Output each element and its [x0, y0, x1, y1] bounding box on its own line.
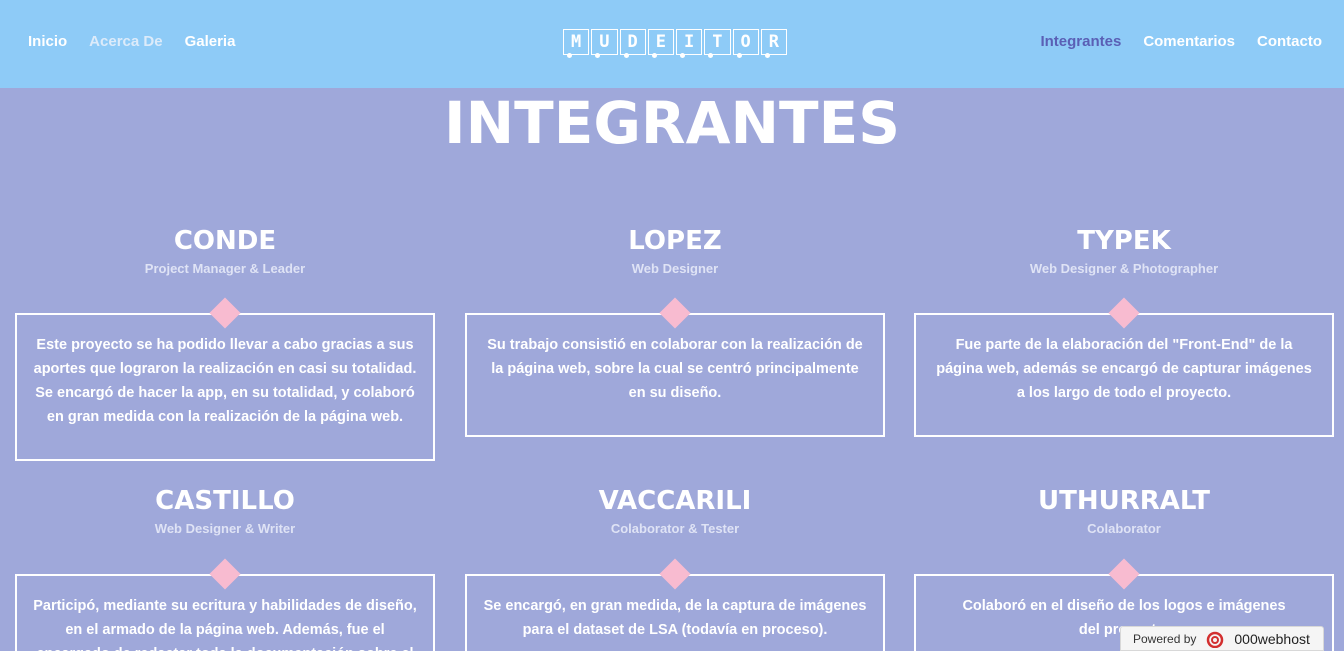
member-name: LOPEZ — [628, 226, 722, 256]
webhost-logo-icon — [1207, 631, 1224, 648]
member-role: Web Designer & Writer — [154, 521, 296, 536]
nav-link-inicio[interactable]: Inicio — [28, 32, 67, 52]
member-description-box: Su trabajo consistió en colaborar con la… — [465, 313, 885, 437]
member-name: CASTILLO — [155, 486, 295, 516]
badge-label: Powered by — [1133, 631, 1197, 646]
badge-brand: 000webhost — [1234, 630, 1310, 647]
logo-letter: E — [647, 29, 674, 58]
logo-letter: T — [704, 29, 731, 58]
logo-letter: D — [619, 29, 646, 58]
nav-right: Integrantes Comentarios Contacto — [1040, 32, 1322, 52]
navbar: Inicio Acerca De Galeria M U D E I T O R… — [0, 0, 1344, 88]
nav-link-acerca-de[interactable]: Acerca De — [89, 32, 162, 52]
logo-letter: U — [591, 29, 618, 58]
member-role: Project Manager & Leader — [144, 261, 306, 276]
member-card-uthurralt: UTHURRALT Colaborator Colaboró en el dis… — [914, 485, 1334, 651]
member-card-typek: TYPEK Web Designer & Photographer Fue pa… — [914, 225, 1334, 437]
member-description: Su trabajo consistió en colaborar con la… — [487, 337, 863, 401]
member-name: VACCARILI — [598, 486, 752, 516]
member-role: Web Designer — [631, 261, 719, 276]
site-logo[interactable]: M U D E I T O R — [563, 29, 787, 58]
member-role: Web Designer & Photographer — [1029, 261, 1219, 276]
powered-by-badge[interactable]: Powered by 000webhost — [1120, 626, 1324, 651]
member-name: TYPEK — [1077, 226, 1171, 256]
member-name: UTHURRALT — [1038, 486, 1210, 516]
member-description-box: Fue parte de la elaboración del "Front-E… — [914, 313, 1334, 437]
member-description: Fue parte de la elaboración del "Front-E… — [936, 337, 1312, 401]
nav-link-comentarios[interactable]: Comentarios — [1143, 32, 1235, 52]
logo-letter: R — [760, 29, 787, 58]
member-role: Colaborator & Tester — [610, 521, 740, 536]
member-name: CONDE — [173, 226, 277, 256]
member-description: Este proyecto se ha podido llevar a cabo… — [33, 337, 417, 425]
member-card-lopez: LOPEZ Web Designer Su trabajo consistió … — [465, 225, 885, 437]
nav-left: Inicio Acerca De Galeria — [28, 32, 235, 52]
member-card-conde: CONDE Project Manager & Leader Este proy… — [15, 225, 435, 461]
nav-link-contacto[interactable]: Contacto — [1257, 32, 1322, 52]
member-description: Se encargó, en gran medida, de la captur… — [483, 598, 867, 638]
member-role: Colaborator — [1087, 521, 1161, 536]
page-title: INTEGRANTES — [444, 89, 900, 157]
nav-link-integrantes[interactable]: Integrantes — [1040, 32, 1121, 52]
nav-link-galeria[interactable]: Galeria — [185, 32, 236, 52]
logo-letter: I — [676, 29, 703, 58]
logo-letter: O — [732, 29, 759, 58]
member-card-vaccarili: VACCARILI Colaborator & Tester Se encarg… — [465, 485, 885, 651]
member-card-castillo: CASTILLO Web Designer & Writer Participó… — [15, 485, 435, 651]
logo-letter: M — [563, 29, 590, 58]
member-description: Participó, mediante su ecritura y habili… — [33, 598, 417, 651]
member-description-box: Este proyecto se ha podido llevar a cabo… — [15, 313, 435, 461]
